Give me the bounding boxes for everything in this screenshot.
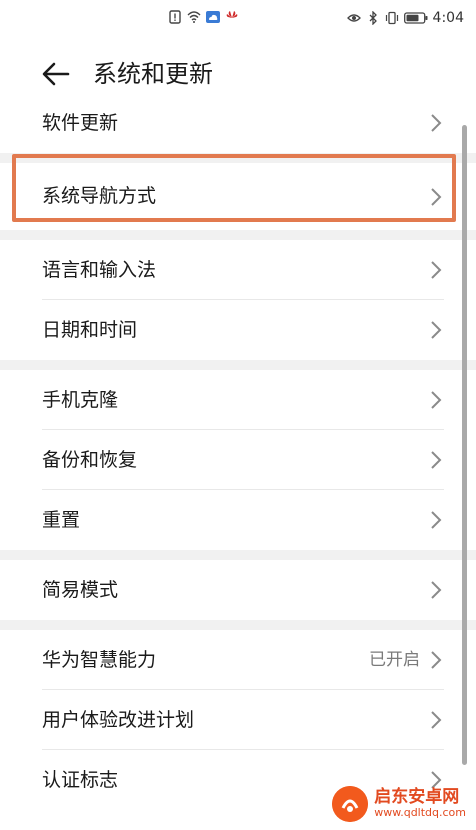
menu-item-software-update[interactable]: 软件更新 (0, 93, 476, 153)
menu-item-system-navigation[interactable]: 系统导航方式 (0, 163, 476, 230)
chevron-right-icon (431, 511, 442, 529)
wifi-icon (187, 11, 201, 23)
back-arrow-icon[interactable] (40, 58, 72, 90)
chevron-right-icon (431, 711, 442, 729)
status-left-icons (168, 10, 239, 24)
menu-item-date-time[interactable]: 日期和时间 (0, 300, 476, 360)
menu-item-label: 语言和输入法 (42, 259, 157, 281)
battery-icon (403, 12, 428, 24)
chevron-right-icon (431, 261, 442, 279)
chevron-right-icon (431, 321, 442, 339)
section-gap (0, 360, 476, 370)
menu-item-label: 重置 (42, 509, 81, 531)
section-gap (0, 230, 476, 240)
chevron-right-icon (431, 451, 442, 469)
watermark-text: 启东安卓网 www.qdltdq.com (374, 787, 466, 820)
menu-item-huawei-intelligence[interactable]: 华为智慧能力 已开启 (0, 630, 476, 690)
bluetooth-icon (369, 11, 377, 25)
menu-item-label: 简易模式 (42, 579, 119, 601)
huawei-logo-icon (226, 11, 238, 18)
menu-item-reset[interactable]: 重置 (0, 490, 476, 550)
menu-item-language-input[interactable]: 语言和输入法 (0, 240, 476, 300)
watermark-name: 启东安卓网 (374, 787, 460, 808)
page-title: 系统和更新 (93, 60, 213, 88)
sim-alert-icon (169, 10, 181, 24)
menu-item-phone-clone[interactable]: 手机克隆 (0, 370, 476, 430)
watermark: 启东安卓网 www.qdltdq.com (332, 786, 466, 822)
menu-item-label: 认证标志 (42, 769, 119, 791)
menu-item-label: 手机克隆 (42, 389, 119, 411)
menu-item-backup-restore[interactable]: 备份和恢复 (0, 430, 476, 490)
menu-item-label: 华为智慧能力 (42, 649, 157, 671)
menu-item-label: 用户体验改进计划 (42, 709, 195, 731)
menu-item-label: 系统导航方式 (42, 185, 157, 207)
section-gap (0, 153, 476, 163)
section-gap (0, 550, 476, 560)
chevron-right-icon (431, 188, 442, 206)
watermark-logo-icon (332, 786, 369, 822)
settings-list: 软件更新 系统导航方式 语言和输入法 日期和时间 手机克隆 备份和恢复 重置 简… (0, 93, 476, 810)
menu-item-status-value: 已开启 (369, 650, 420, 670)
chevron-right-icon (431, 651, 442, 669)
menu-item-label: 备份和恢复 (42, 449, 138, 471)
status-right-icons: 4:04 (346, 10, 464, 26)
status-bar: 4:04 (0, 0, 476, 40)
watermark-url: www.qdltdq.com (374, 806, 466, 820)
menu-item-label: 日期和时间 (42, 319, 138, 341)
chevron-right-icon (431, 581, 442, 599)
status-time: 4:04 (432, 10, 464, 26)
section-gap (0, 620, 476, 630)
chevron-right-icon (431, 391, 442, 409)
eye-icon (346, 14, 361, 22)
cloud-icon (206, 11, 220, 23)
chevron-right-icon (431, 114, 442, 132)
menu-item-label: 软件更新 (42, 112, 119, 134)
vibrate-icon (385, 11, 398, 25)
menu-item-simple-mode[interactable]: 简易模式 (0, 560, 476, 620)
menu-item-user-experience-program[interactable]: 用户体验改进计划 (0, 690, 476, 750)
scrollbar[interactable] (462, 125, 467, 765)
